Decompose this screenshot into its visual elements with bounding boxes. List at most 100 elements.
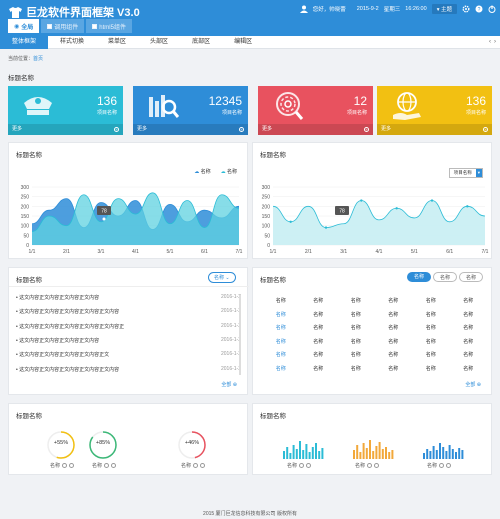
table-cell[interactable]: 名称 <box>262 338 300 345</box>
tab-global[interactable]: ◉ 全局 <box>8 19 40 33</box>
tile-more[interactable]: 更多 + <box>133 124 248 135</box>
app-title-text: 巨龙软件界面框架 V3.0 <box>26 7 140 19</box>
x-tick-label: 6/1 <box>201 249 208 255</box>
stat-tile-2[interactable]: 12345 项目名称 更多 + <box>133 86 248 135</box>
theme-button[interactable]: ▾ 主题 <box>431 4 457 14</box>
chevron-right-icon[interactable]: › <box>494 39 496 45</box>
nav-item-framework[interactable]: 整体框架 <box>0 35 49 49</box>
more-link[interactable]: 全部 ⊕ <box>221 381 237 388</box>
more-label: 全部 <box>221 382 232 388</box>
list-item-date: 2016-1-2 <box>220 351 241 358</box>
nav-item-header[interactable]: 头部区 <box>138 36 180 49</box>
table-cell: 名称 <box>313 365 324 372</box>
tile-more[interactable]: 更多 + <box>8 124 123 135</box>
list-item[interactable]: • 这文内容正文内容正文内容正文内容 2016-1-2 <box>16 294 241 301</box>
news-list-card: 标题名称 名称 ⌄ • 这文内容正文内容正文内容正文内容 2016-1-2 • 这文… <box>8 267 249 395</box>
mini-bar <box>308 452 311 459</box>
stat-tile-3[interactable]: 12 项目名称 更多 + <box>258 86 373 135</box>
tab-label: html5组件 <box>99 24 126 31</box>
list-item[interactable]: • 这文内容正文内容正文内容正文内容正文内容 2016-1-2 <box>16 308 241 315</box>
chart-card-2: 标题名称 项目名称 ▾ 0 50 100 150 200 250 300 1/1 2/1 3/1 4… <box>252 142 492 259</box>
gear-icon[interactable] <box>462 5 470 13</box>
tile-value: 136 <box>96 94 117 108</box>
table-cell: 名称 <box>463 325 474 332</box>
tab-components[interactable]: 调用组件 <box>41 19 85 33</box>
scrollbar[interactable] <box>239 295 241 375</box>
settings-icon[interactable] <box>200 463 206 468</box>
info-icon[interactable] <box>439 463 445 468</box>
list-item[interactable]: • 这文内容正文内容正文内容正文内容正文内容 2016-1-2 <box>16 366 241 373</box>
mini-bar <box>369 440 371 459</box>
info-icon[interactable] <box>104 463 110 468</box>
y-tick-label: 300 <box>262 185 271 191</box>
settings-icon[interactable] <box>306 463 312 468</box>
greeting: 您好，帅晓蕾 <box>312 7 346 13</box>
table-cell: 名称 <box>350 325 361 332</box>
info-icon[interactable] <box>62 463 68 468</box>
table-row: 名称 名称 名称 名称 名称 名称 <box>262 321 487 335</box>
app-title: 巨龙软件界面框架 V3.0 <box>9 4 140 20</box>
tile-more[interactable]: 更多 + <box>258 124 373 135</box>
bars-label: 名称 <box>355 462 380 469</box>
mini-bar <box>353 450 355 459</box>
name-dropdown-button[interactable]: 名称 ⌄ <box>208 272 236 283</box>
y-tick-label: 300 <box>21 185 30 191</box>
gauge-2: +85% <box>88 430 118 460</box>
settings-icon[interactable] <box>69 463 75 468</box>
tab-html5[interactable]: html5组件 <box>86 19 132 33</box>
table-cell: 名称 <box>463 338 474 345</box>
chart-search-icon <box>149 95 179 118</box>
power-icon[interactable] <box>488 5 496 13</box>
pill-button-2[interactable]: 名称 <box>433 272 457 282</box>
settings-icon[interactable] <box>446 463 452 468</box>
help-icon[interactable]: ? <box>475 5 483 13</box>
x-tick-label: 1/1 <box>270 249 277 255</box>
breadcrumb: 当前位置：首页 <box>8 55 43 62</box>
table-header-cell: 名称 <box>275 298 286 305</box>
mini-bar <box>315 443 317 459</box>
mini-bar <box>448 445 451 459</box>
fingerprint-icon <box>276 92 304 120</box>
y-tick-label: 150 <box>21 214 30 220</box>
svg-text:?: ? <box>478 7 481 13</box>
nav-item-footer[interactable]: 底部区 <box>180 36 222 49</box>
info-icon[interactable] <box>367 463 373 468</box>
list-item[interactable]: • 这文内容正文内容正文内容正文内容正文 2016-1-2 <box>16 351 241 358</box>
table-cell[interactable]: 名称 <box>262 365 300 372</box>
table-cell[interactable]: 名称 <box>262 311 300 318</box>
tile-more[interactable]: 更多 + <box>377 124 492 135</box>
stat-tile-4[interactable]: 136 项目名称 更多 + <box>377 86 492 135</box>
breadcrumb-prefix: 当前位置： <box>8 56 34 62</box>
data-point <box>360 199 363 202</box>
stat-tile-1[interactable]: 136 项目名称 更多 + <box>8 86 123 135</box>
pill-button-3[interactable]: 名称 <box>459 272 483 282</box>
more-link[interactable]: 全部 ⊕ <box>465 381 481 388</box>
settings-icon[interactable] <box>374 463 380 468</box>
table-cell: 名称 <box>350 352 361 359</box>
nav-item-edit[interactable]: 编辑区 <box>222 36 264 49</box>
date: 2015-9-2 <box>356 6 379 12</box>
table-cell[interactable]: 名称 <box>262 324 300 331</box>
tooltip-point <box>102 217 106 221</box>
bars-label-text: 名称 <box>287 463 298 469</box>
list-item[interactable]: • 这文内容正文内容正文内容正文内容 2016-1-2 <box>16 337 241 344</box>
breadcrumb-home-link[interactable]: 首页 <box>33 56 43 62</box>
pill-button-1[interactable]: 名称 <box>407 272 431 282</box>
mini-bar <box>445 451 448 459</box>
nav-item-style[interactable]: 样式切换 <box>48 36 96 49</box>
table-header-cell: 名称 <box>425 298 436 305</box>
settings-icon[interactable] <box>111 463 117 468</box>
list-item[interactable]: • 这文内容正文内容正文内容正文内容正文内容正 2016-1-2 <box>16 323 241 330</box>
mini-bar <box>286 447 289 459</box>
chevron-left-icon[interactable]: ‹ <box>489 39 491 45</box>
bars-label-text: 名称 <box>355 463 366 469</box>
theme-label: 主题 <box>440 7 452 13</box>
table-cell[interactable]: 名称 <box>262 351 300 358</box>
y-tick-label: 150 <box>262 214 271 220</box>
mini-bar <box>321 448 324 459</box>
data-point <box>395 207 398 210</box>
plus-icon: + <box>364 127 369 132</box>
info-icon[interactable] <box>299 463 305 468</box>
info-icon[interactable] <box>193 463 199 468</box>
nav-item-menu[interactable]: 菜单区 <box>96 36 138 49</box>
